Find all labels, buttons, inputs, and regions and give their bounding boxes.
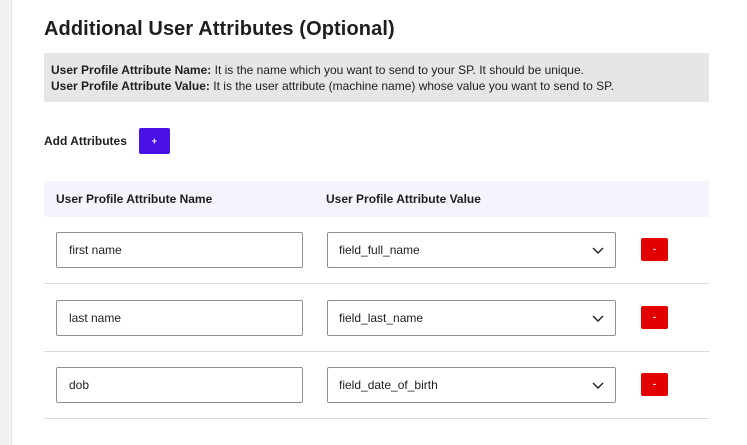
table-row: field_full_name - [44, 217, 709, 284]
attribute-value-selected: field_last_name [339, 311, 424, 325]
attribute-value-selected: field_date_of_birth [339, 378, 438, 392]
chevron-down-icon [592, 382, 604, 389]
attribute-name-input[interactable] [56, 232, 303, 268]
info-value-label: User Profile Attribute Value: [51, 79, 210, 93]
info-name-text: It is the name which you want to send to… [214, 63, 584, 77]
attribute-value-selected: field_full_name [339, 243, 420, 257]
table-header: User Profile Attribute Name User Profile… [44, 181, 709, 217]
attribute-value-select[interactable]: field_date_of_birth [327, 367, 616, 403]
info-name-label: User Profile Attribute Name: [51, 63, 212, 77]
add-attributes-label: Add Attributes [44, 134, 127, 148]
delete-attribute-button[interactable]: - [641, 238, 668, 261]
add-attribute-button[interactable]: + [138, 128, 170, 154]
table-row: field_date_of_birth - [44, 352, 709, 419]
attributes-card: Additional User Attributes (Optional) Us… [11, 0, 747, 445]
chevron-down-icon [592, 247, 604, 254]
column-header-name: User Profile Attribute Name [56, 192, 213, 206]
attribute-name-input[interactable] [56, 367, 303, 403]
attribute-value-select[interactable]: field_last_name [327, 300, 616, 336]
info-line-name: User Profile Attribute Name: It is the n… [51, 62, 702, 78]
delete-attribute-button[interactable]: - [641, 373, 668, 396]
column-header-value: User Profile Attribute Value [326, 192, 481, 206]
page-title: Additional User Attributes (Optional) [44, 18, 395, 40]
chevron-down-icon [592, 315, 604, 322]
attribute-name-input[interactable] [56, 300, 303, 336]
info-line-value: User Profile Attribute Value: It is the … [51, 78, 702, 94]
delete-attribute-button[interactable]: - [641, 306, 668, 329]
info-box: User Profile Attribute Name: It is the n… [44, 53, 709, 102]
table-row: field_last_name - [44, 285, 709, 352]
attribute-value-select[interactable]: field_full_name [327, 232, 616, 268]
add-attributes-row: Add Attributes + [44, 128, 170, 154]
info-value-text: It is the user attribute (machine name) … [213, 79, 614, 93]
